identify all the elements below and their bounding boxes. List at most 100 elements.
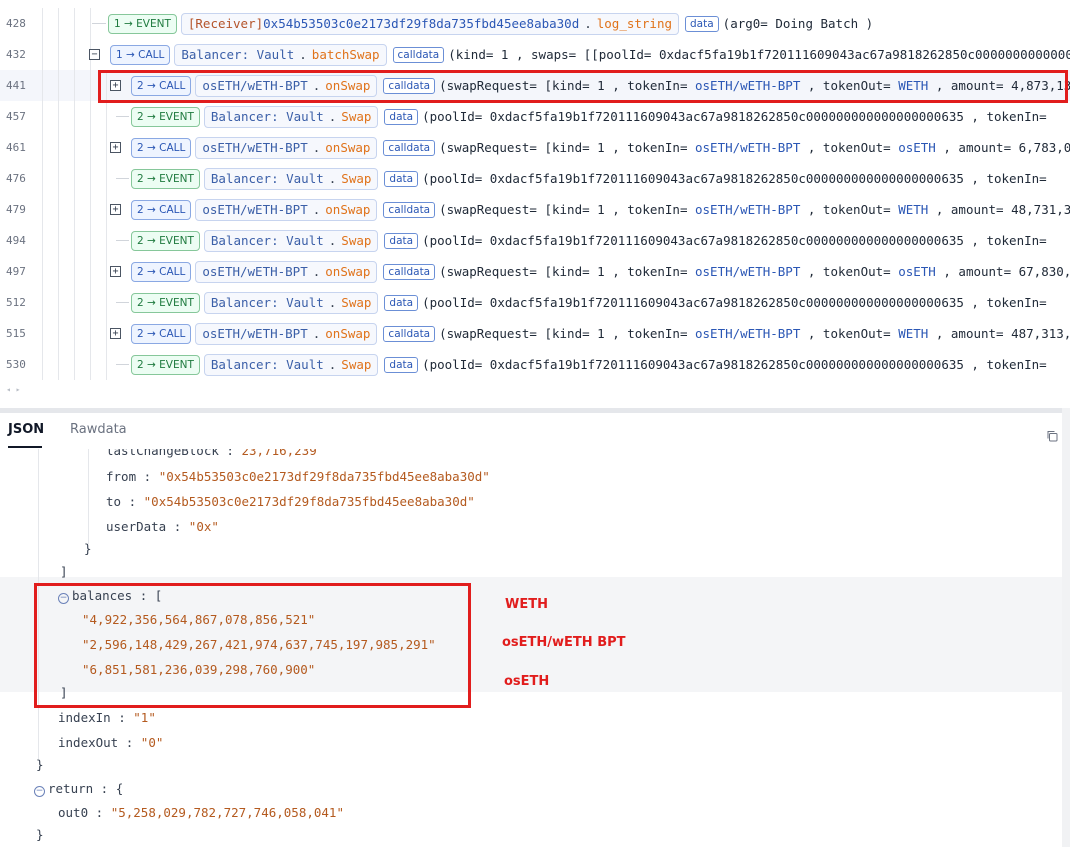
function-name[interactable]: Swap: [341, 171, 371, 186]
tab-json[interactable]: JSON: [8, 422, 44, 437]
function-name[interactable]: Swap: [341, 357, 371, 372]
token-in-link[interactable]: osETH/wETH-BPT: [695, 264, 800, 279]
data-tag[interactable]: data: [384, 356, 419, 373]
indent-guide: [74, 39, 75, 70]
contract-name[interactable]: Balancer: Vault: [211, 109, 324, 124]
contract-link[interactable]: Balancer: Vault. batchSwap: [174, 43, 387, 66]
token-out-link[interactable]: WETH: [898, 78, 928, 93]
trace-row[interactable]: 512 2 → EVENT Balancer: Vault. Swap data (poo…: [0, 287, 1070, 318]
contract-name[interactable]: osETH/wETH-BPT: [202, 140, 307, 155]
token-out-link[interactable]: WETH: [898, 326, 928, 341]
calldata-tag[interactable]: calldata: [383, 263, 436, 280]
contract-name[interactable]: Balancer: Vault: [211, 357, 324, 372]
token-out-link[interactable]: osETH: [898, 140, 936, 155]
trace-line-number: 461: [6, 141, 26, 154]
function-name[interactable]: Swap: [341, 295, 371, 310]
contract-name[interactable]: Balancer: Vault: [211, 295, 324, 310]
token-in-link[interactable]: osETH/wETH-BPT: [695, 326, 800, 341]
contract-name[interactable]: Balancer: Vault: [211, 233, 324, 248]
calldata-tag[interactable]: calldata: [383, 139, 436, 156]
balance-item: "2,596,148,429,267,421,974,637,745,197,9…: [82, 637, 436, 652]
expand-icon[interactable]: +: [110, 204, 121, 215]
contract-link[interactable]: Balancer: Vault. Swap: [203, 229, 379, 252]
contract-name[interactable]: Balancer: Vault: [181, 47, 294, 62]
contract-link[interactable]: Balancer: Vault. Swap: [203, 167, 379, 190]
trace-line-number: 441: [6, 79, 26, 92]
contract-link[interactable]: Balancer: Vault. Swap: [203, 291, 379, 314]
calldata-tag[interactable]: calldata: [383, 201, 436, 218]
function-name[interactable]: log_string: [597, 16, 672, 31]
contract-name[interactable]: osETH/wETH-BPT: [202, 264, 307, 279]
function-name[interactable]: onSwap: [325, 326, 370, 341]
trace-row[interactable]: 476 2 → EVENT Balancer: Vault. Swap data (poo…: [0, 163, 1070, 194]
function-name[interactable]: onSwap: [325, 78, 370, 93]
token-in-link[interactable]: osETH/wETH-BPT: [695, 78, 800, 93]
trace-row-content: 2 → CALL osETH/wETH-BPT. onSwap calldata (sw…: [131, 136, 1070, 159]
data-tag[interactable]: data: [384, 294, 419, 311]
calldata-tag[interactable]: calldata: [383, 77, 436, 94]
expand-icon[interactable]: +: [110, 80, 121, 91]
horizontal-scrollbar[interactable]: ◂ ▸: [6, 385, 20, 394]
expand-icon[interactable]: +: [110, 142, 121, 153]
trace-line-number: 497: [6, 265, 26, 278]
contract-name[interactable]: Balancer: Vault: [211, 171, 324, 186]
contract-link[interactable]: osETH/wETH-BPT. onSwap: [195, 322, 378, 345]
trace-row[interactable]: 515 +2 → CALL osETH/wETH-BPT. onSwap calldat…: [0, 318, 1070, 349]
data-tag[interactable]: data: [384, 232, 419, 249]
contract-name[interactable]: osETH/wETH-BPT: [202, 202, 307, 217]
trace-row[interactable]: 428 1 → EVENT [Receiver] 0x54b53503c0e2173…: [0, 8, 1070, 39]
indent-guide: [58, 132, 59, 163]
trace-row[interactable]: 441 +2 → CALL osETH/wETH-BPT. onSwap calldat…: [0, 70, 1070, 101]
contract-link[interactable]: osETH/wETH-BPT. onSwap: [195, 260, 378, 283]
contract-link[interactable]: osETH/wETH-BPT. onSwap: [195, 74, 378, 97]
event-badge: 2 → EVENT: [131, 354, 200, 375]
token-out-link[interactable]: WETH: [898, 202, 928, 217]
function-name[interactable]: Swap: [341, 233, 371, 248]
function-name[interactable]: Swap: [341, 109, 371, 124]
contract-link[interactable]: osETH/wETH-BPT. onSwap: [195, 198, 378, 221]
contract-link[interactable]: Balancer: Vault. Swap: [203, 353, 379, 376]
trace-row[interactable]: 497 +2 → CALL osETH/wETH-BPT. onSwap calldat…: [0, 256, 1070, 287]
indent-guide: [42, 349, 43, 380]
function-name[interactable]: onSwap: [325, 140, 370, 155]
function-name[interactable]: onSwap: [325, 264, 370, 279]
tab-rawdata[interactable]: Rawdata: [70, 422, 127, 437]
trace-row[interactable]: 479 +2 → CALL osETH/wETH-BPT. onSwap calldat…: [0, 194, 1070, 225]
trace-panel: 428 1 → EVENT [Receiver] 0x54b53503c0e2173…: [0, 0, 1070, 408]
json-line-to: to : "0x54b53503c0e2173df29f8da735fbd45e…: [106, 494, 475, 509]
contract-name[interactable]: osETH/wETH-BPT: [202, 78, 307, 93]
data-tag[interactable]: data: [384, 170, 419, 187]
token-in-link[interactable]: osETH/wETH-BPT: [695, 140, 800, 155]
function-name[interactable]: batchSwap: [312, 47, 380, 62]
token-out-link[interactable]: osETH: [898, 264, 936, 279]
json-line-balances[interactable]: − balances : [: [58, 585, 162, 607]
contract-name[interactable]: [Receiver]: [188, 16, 263, 31]
trace-row[interactable]: 530 2 → EVENT Balancer: Vault. Swap data (poo…: [0, 349, 1070, 380]
collapse-icon[interactable]: −: [89, 49, 100, 60]
expand-icon[interactable]: +: [110, 266, 121, 277]
trace-row[interactable]: 432 −1 → CALL Balancer: Vault. batchSwap cal…: [0, 39, 1070, 70]
data-tag[interactable]: data: [685, 15, 719, 32]
contract-link[interactable]: [Receiver] 0x54b53503c0e2173df29f8da735f…: [180, 12, 680, 35]
indent-guide: [106, 349, 107, 380]
collapse-icon[interactable]: −: [58, 593, 69, 604]
json-line-return[interactable]: − return : {: [34, 778, 123, 800]
calldata-tag[interactable]: calldata: [392, 46, 445, 63]
contract-link[interactable]: osETH/wETH-BPT. onSwap: [195, 136, 378, 159]
collapse-icon[interactable]: −: [34, 786, 45, 797]
copy-icon[interactable]: [1046, 430, 1058, 442]
function-name[interactable]: onSwap: [325, 202, 370, 217]
contract-name[interactable]: osETH/wETH-BPT: [202, 326, 307, 341]
trace-row[interactable]: 457 2 → EVENT Balancer: Vault. Swap data (poo…: [0, 101, 1070, 132]
trace-row[interactable]: 494 2 → EVENT Balancer: Vault. Swap data (poo…: [0, 225, 1070, 256]
trace-row[interactable]: 461 +2 → CALL osETH/wETH-BPT. onSwap calldat…: [0, 132, 1070, 163]
calldata-tag[interactable]: calldata: [383, 325, 436, 342]
contract-link[interactable]: Balancer: Vault. Swap: [203, 105, 379, 128]
expand-icon[interactable]: +: [110, 328, 121, 339]
separator-dot: .: [328, 357, 337, 372]
trace-line-number: 512: [6, 296, 26, 309]
contract-address[interactable]: 0x54b53503c0e2173df29f8da735fbd45ee8aba3…: [263, 16, 579, 31]
token-in-link[interactable]: osETH/wETH-BPT: [695, 202, 800, 217]
data-tag[interactable]: data: [384, 108, 419, 125]
vertical-scrollbar[interactable]: [1062, 408, 1070, 847]
